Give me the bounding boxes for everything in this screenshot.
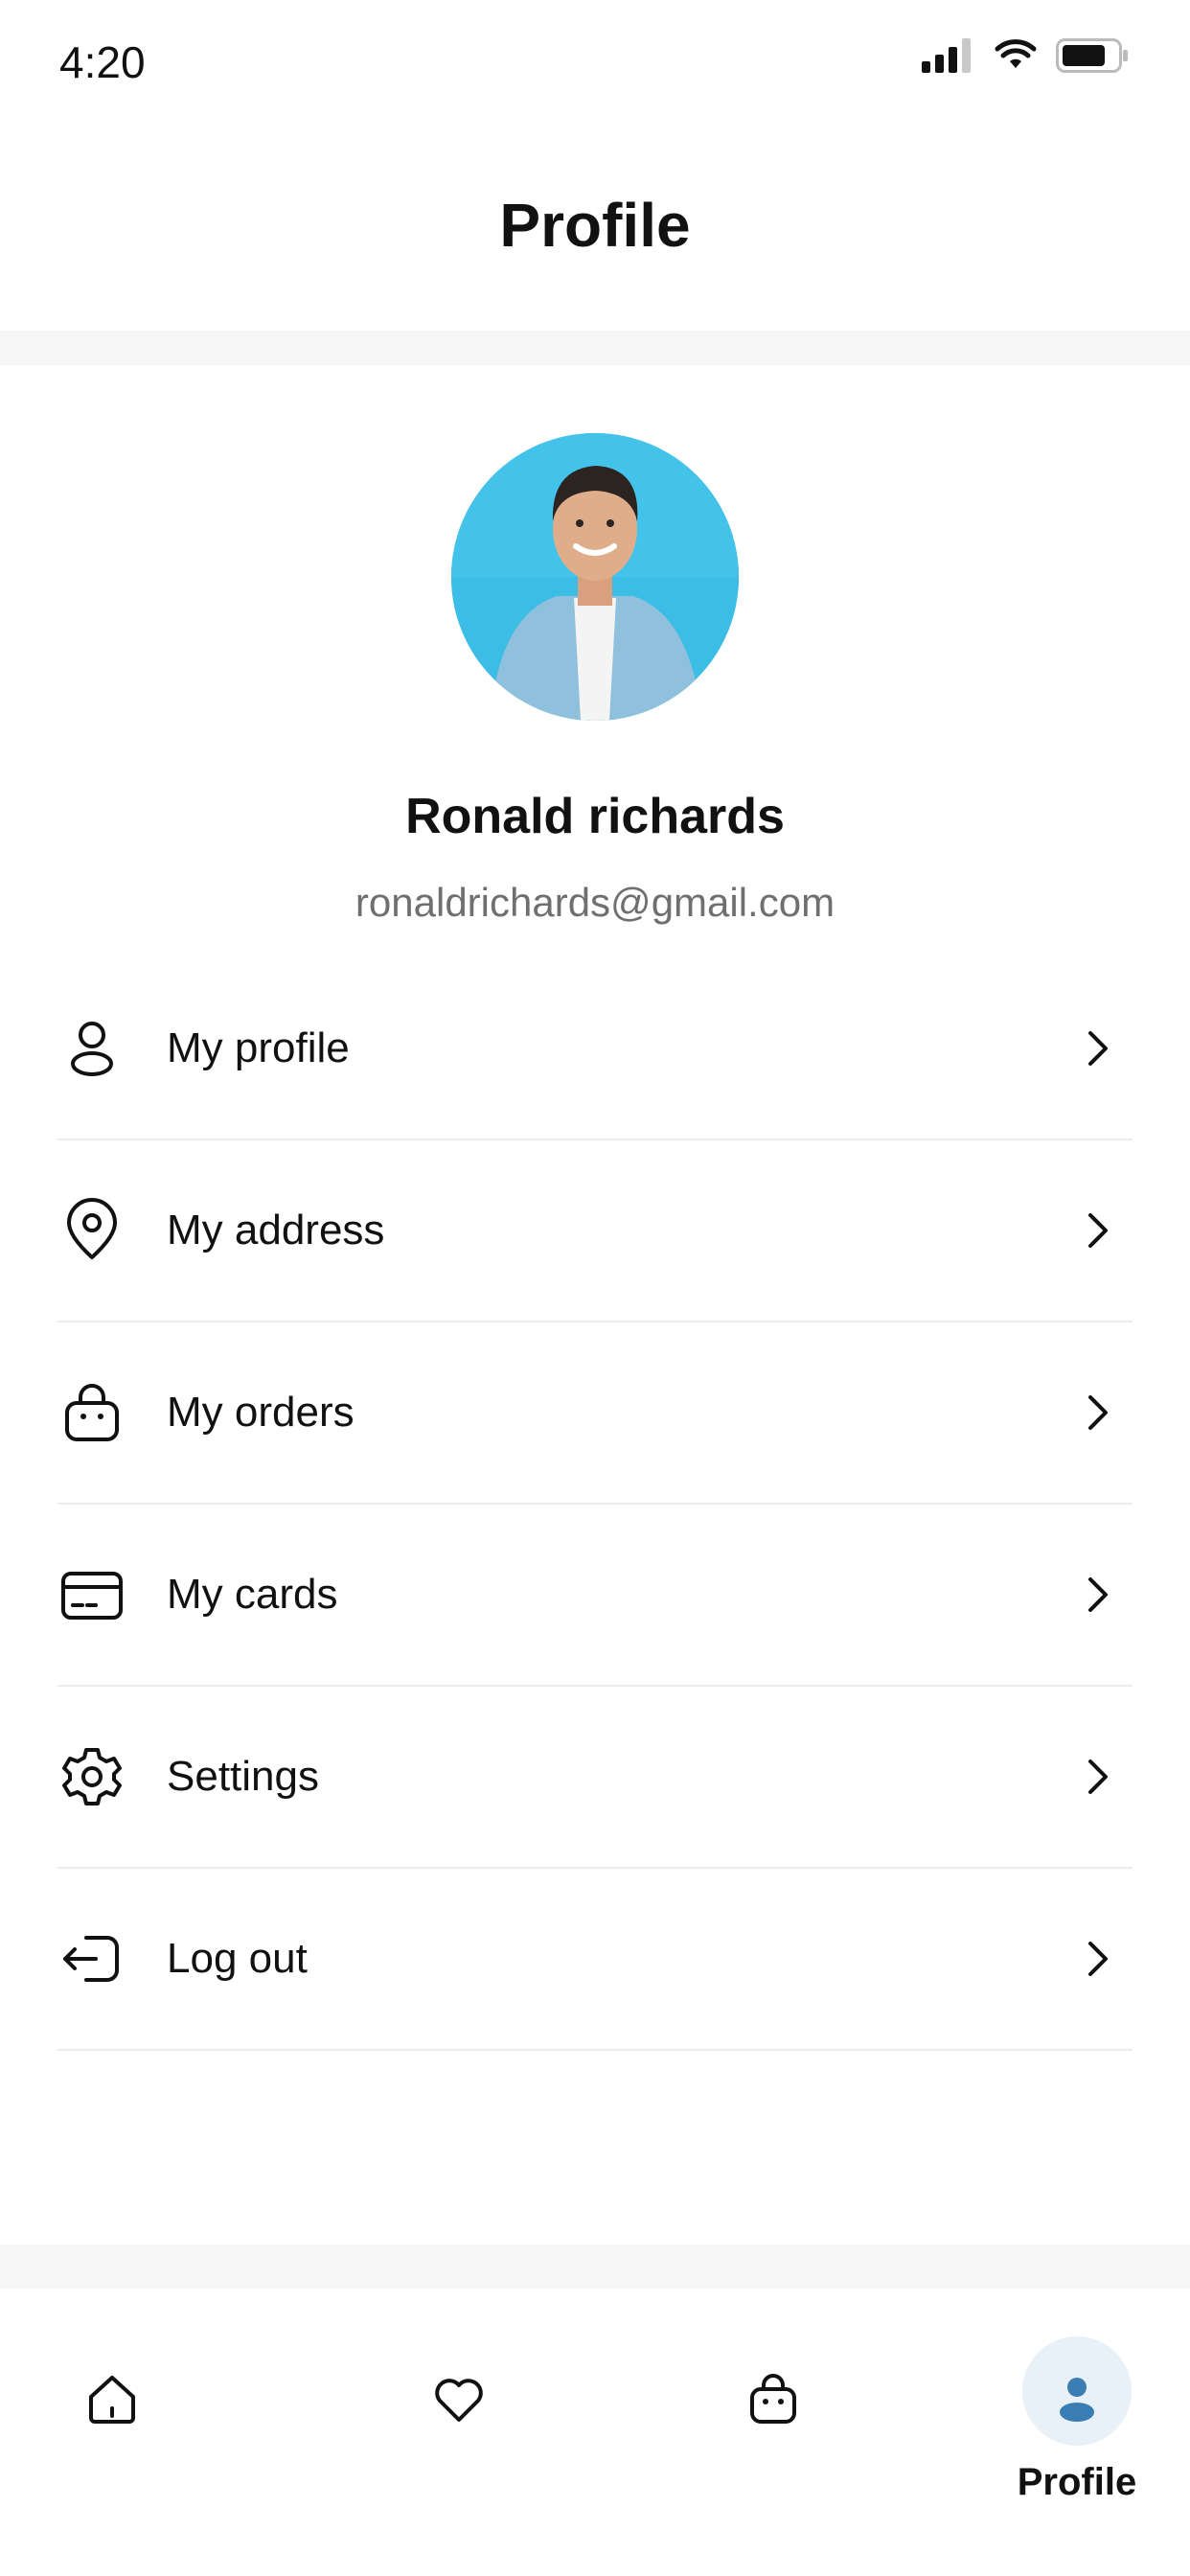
menu-label: Settings (167, 1753, 319, 1800)
heart-icon (435, 2379, 483, 2422)
divider-band (0, 2244, 1190, 2288)
menu-label: My address (167, 1207, 385, 1254)
page-title: Profile (499, 191, 691, 260)
location-pin-icon (67, 1198, 117, 1259)
logout-icon (63, 1936, 119, 1982)
user-name: Ronald richards (405, 789, 785, 844)
profile-icon (1060, 2378, 1094, 2422)
nav-home[interactable] (59, 2346, 165, 2451)
gear-icon (62, 1748, 122, 1806)
menu-item-my-address[interactable]: My address (57, 1140, 1133, 1322)
chevron-right-icon (1088, 1577, 1108, 1612)
profile-menu: My profile My address My orders My cards… (57, 958, 1133, 2051)
shopping-bag-icon (750, 2374, 796, 2424)
status-bar: 4:20 (0, 0, 1190, 125)
user-icon (71, 1022, 113, 1076)
bottom-nav: Profile (0, 2288, 1190, 2576)
home-icon (89, 2376, 135, 2424)
chevron-right-icon (1088, 1942, 1108, 1976)
shopping-bag-icon (65, 1384, 119, 1441)
menu-label: My cards (167, 1571, 338, 1618)
menu-label: My orders (167, 1389, 355, 1436)
menu-item-my-cards[interactable]: My cards (57, 1505, 1133, 1687)
menu-item-settings[interactable]: Settings (57, 1687, 1133, 1869)
divider-band (0, 331, 1190, 365)
status-time: 4:20 (59, 37, 146, 87)
credit-card-icon (61, 1572, 123, 1620)
chevron-right-icon (1088, 1213, 1108, 1248)
signal-icon (922, 38, 971, 73)
header: Profile (0, 125, 1190, 331)
menu-item-my-orders[interactable]: My orders (57, 1322, 1133, 1505)
battery-icon (1056, 38, 1128, 73)
nav-profile[interactable] (1024, 2346, 1130, 2451)
menu-item-log-out[interactable]: Log out (57, 1869, 1133, 2051)
menu-label: Log out (167, 1935, 308, 1982)
status-icons (922, 38, 1129, 73)
nav-favorites[interactable] (406, 2346, 512, 2451)
chevron-right-icon (1088, 1760, 1108, 1794)
nav-cart[interactable] (721, 2346, 826, 2451)
menu-label: My profile (167, 1024, 350, 1071)
chevron-right-icon (1088, 1395, 1108, 1430)
avatar (451, 433, 739, 721)
chevron-right-icon (1088, 1031, 1108, 1066)
nav-profile-label: Profile (1017, 2461, 1137, 2503)
wifi-icon (995, 39, 1037, 68)
user-email: ronaldrichards@gmail.com (355, 880, 835, 925)
menu-item-my-profile[interactable]: My profile (57, 958, 1133, 1140)
